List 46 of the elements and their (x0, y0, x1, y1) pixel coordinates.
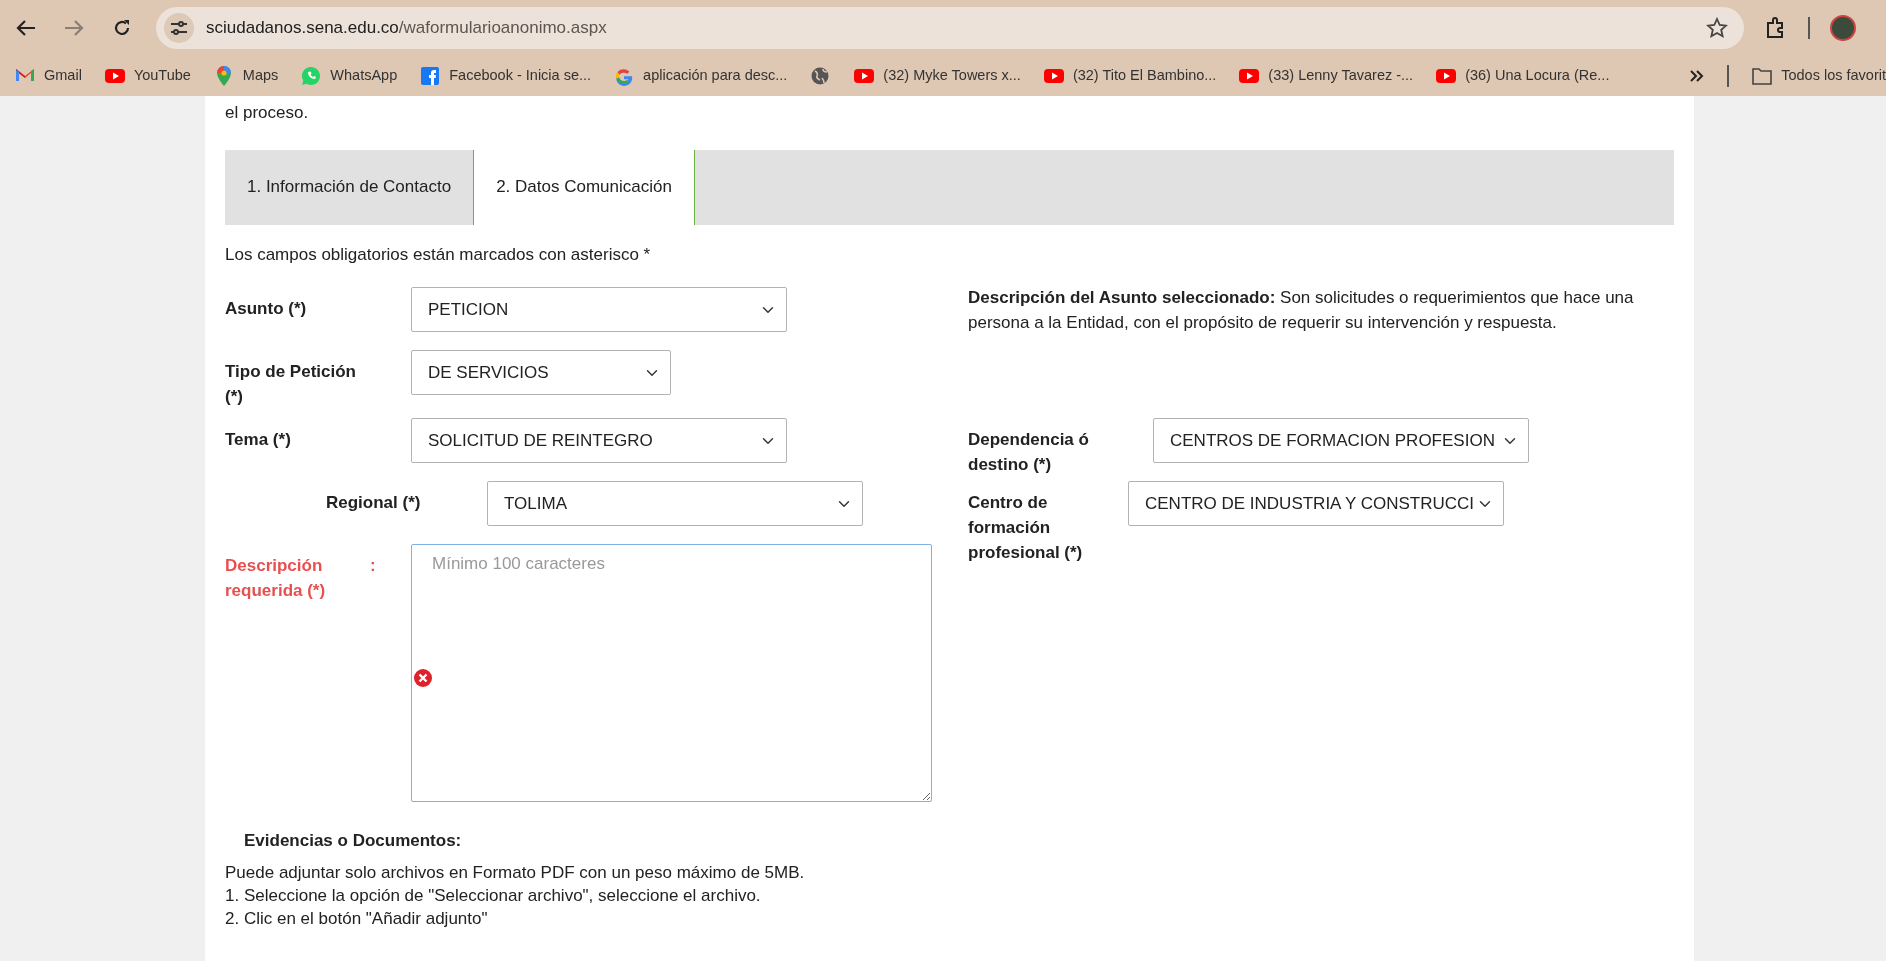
required-note: Los campos obligatorios están marcados con asterisco * (225, 243, 652, 266)
more-bookmarks-icon[interactable] (1689, 68, 1706, 84)
site-settings-icon[interactable] (164, 13, 194, 43)
dropdown-select[interactable]: PETICION (411, 287, 787, 332)
bookmark-link[interactable]: (32) Tito El Bambino... (1042, 65, 1217, 87)
back-arrow-icon[interactable] (16, 19, 36, 37)
social-square-icon (419, 65, 442, 87)
bookmark-link[interactable]: aplicación para desc... (613, 65, 788, 87)
label-colon: : (370, 555, 376, 577)
address-bar[interactable]: sciudadanos.sena.edu.co/waformularioanonimo.aspx (156, 7, 1744, 49)
field-label: Dependencia ó destino (*) (968, 429, 1090, 476)
field-label: Descripción (225, 555, 324, 577)
description-textarea[interactable]: Mínimo 100 caracteres (411, 544, 932, 802)
bookmark-link[interactable]: Maps (212, 65, 279, 87)
field-label: Centro de formación profesional (*) (968, 492, 1084, 564)
error-icon (413, 668, 433, 688)
profile-avatar[interactable] (1830, 15, 1856, 41)
bookmark-link[interactable]: Gmail (14, 65, 82, 87)
bookmarks-folder[interactable]: Todos los favorit (1751, 65, 1886, 87)
dropdown-select[interactable]: SOLICITUD DE REINTEGRO (411, 418, 787, 463)
dropdown-select[interactable]: TOLIMA (487, 481, 863, 526)
instruction-text: 2. Clic en el botón "Añadir adjunto" (225, 907, 489, 930)
bookmark-link[interactable]: (32) Myke Towers x... (853, 65, 1021, 87)
bookmark-link[interactable]: (33) Lenny Tavarez -... (1238, 65, 1414, 87)
field-label: Tipo de Petición (*) (225, 361, 357, 408)
instruction-text: 1. Seleccione la opción de "Seleccionar archivo", seleccione el archivo. (225, 884, 762, 907)
section-heading: Evidencias o Documentos: (244, 829, 463, 852)
bookmark-link[interactable]: Facebook - Inicia se... (419, 65, 592, 87)
chat-bubble-icon (300, 65, 323, 87)
dropdown-select[interactable]: DE SERVICIOS (411, 350, 671, 395)
dropdown-select[interactable]: CENTROS DE FORMACION PROFESION (1153, 418, 1529, 463)
intro-text: el proceso. (225, 102, 310, 124)
url-text: sciudadanos.sena.edu.co/waformularioanonimo.aspx (206, 17, 607, 40)
folder-icon (1751, 66, 1774, 86)
subject-description: Descripción del Asunto seleccionado: Son solicitudes o requerimientos que hace una persona a la Entidad, con el propósito de requerir su intervención y respuesta. (968, 287, 1635, 334)
bookmark-link[interactable]: YouTube (103, 65, 191, 87)
field-label: Asunto (*) (225, 298, 308, 320)
bookmark-star-icon[interactable] (1706, 17, 1728, 39)
bookmark-link[interactable]: (36) Una Locura (Re... (1435, 65, 1610, 87)
form-tab[interactable]: 2. Datos Comunicación (473, 149, 695, 225)
dropdown-select[interactable]: CENTRO DE INDUSTRIA Y CONSTRUCCI (1128, 481, 1504, 526)
instruction-text: Puede adjuntar solo archivos en Formato PDF con un peso máximo de 5MB. (225, 861, 806, 884)
field-label: requerida (*) (225, 580, 327, 602)
field-label: Regional (*) (326, 492, 422, 514)
field-label: Tema (*) (225, 429, 292, 451)
bookmark-link[interactable]: WhatsApp (300, 65, 398, 87)
